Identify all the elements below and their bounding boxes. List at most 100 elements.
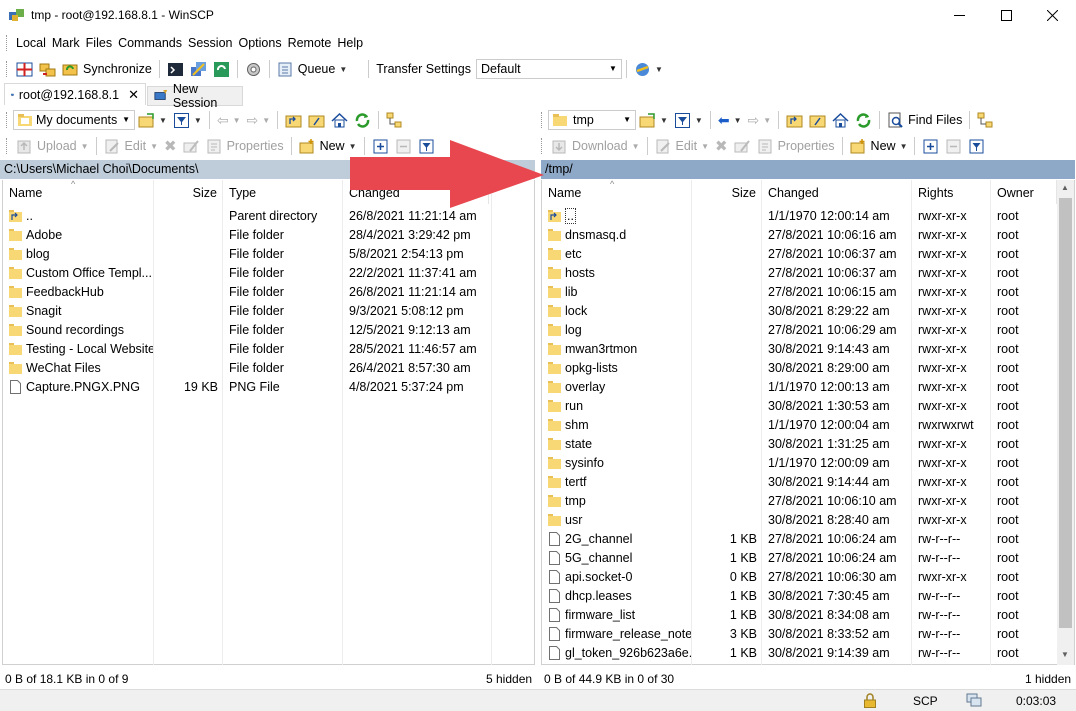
- table-row[interactable]: mwan3rtmon 30/8/2021 9:14:43 am rwxr-xr-x r…: [542, 339, 1074, 358]
- table-row[interactable]: Testing - Local Website File folder 28/5/2…: [3, 339, 534, 358]
- table-row[interactable]: dnsmasq.d 27/8/2021 10:06:16 am rwxr-xr-x r…: [542, 225, 1074, 244]
- download-button[interactable]: Download ▼: [548, 135, 643, 157]
- column-header-changed[interactable]: Changed: [762, 180, 912, 204]
- scroll-up-icon[interactable]: ▲: [1061, 183, 1069, 192]
- table-row[interactable]: log 27/8/2021 10:06:29 am rwxr-xr-x root: [542, 320, 1074, 339]
- table-row[interactable]: blog File folder 5/8/2021 2:54:13 pm: [3, 244, 534, 263]
- toolbar-grip[interactable]: [6, 61, 9, 77]
- left-location-select[interactable]: My documents ▼: [13, 110, 135, 130]
- tab-new-session[interactable]: New Session: [147, 82, 243, 110]
- right-root-dir-button[interactable]: [806, 109, 829, 131]
- right-location-select[interactable]: tmp ▼: [548, 110, 636, 130]
- table-row[interactable]: lib 27/8/2021 10:06:15 am rwxr-xr-x root: [542, 282, 1074, 301]
- toolbar-grip[interactable]: [6, 112, 9, 128]
- left-home-button[interactable]: [328, 109, 351, 131]
- synchronize-button[interactable]: Synchronize: [59, 58, 155, 80]
- table-row[interactable]: run 30/8/2021 1:30:53 am rwxr-xr-x root: [542, 396, 1074, 415]
- left-hidden-count[interactable]: 5 hidden: [486, 672, 532, 686]
- table-row[interactable]: api.socket-0 0 KB 27/8/2021 10:06:30 am rwx…: [542, 567, 1074, 586]
- menu-session[interactable]: Session: [185, 36, 235, 50]
- column-header-name[interactable]: Name ^: [3, 180, 154, 204]
- right-tree-toggle-button[interactable]: [974, 109, 997, 131]
- right-back-button[interactable]: ⬅ ▼: [715, 109, 745, 131]
- transfer-presets-button[interactable]: ▼: [631, 58, 666, 80]
- menu-local[interactable]: Local: [13, 36, 49, 50]
- right-delete-button[interactable]: ✖: [712, 135, 731, 157]
- table-row[interactable]: lock 30/8/2021 8:29:22 am rwxr-xr-x root: [542, 301, 1074, 320]
- table-row[interactable]: firmware_list 1 KB 30/8/2021 8:34:08 am rw-…: [542, 605, 1074, 624]
- table-row[interactable]: Snagit File folder 9/3/2021 5:08:12 pm: [3, 301, 534, 320]
- tab-session[interactable]: root@192.168.8.1 ✕: [4, 83, 146, 105]
- right-select-all-button[interactable]: [919, 135, 942, 157]
- find-files-button[interactable]: Find Files: [884, 109, 965, 131]
- table-row[interactable]: firmware_release_note 3 KB 30/8/2021 8:33:…: [542, 624, 1074, 643]
- left-properties-button[interactable]: Properties: [203, 135, 287, 157]
- table-row[interactable]: Sound recordings File folder 12/5/2021 9:1…: [3, 320, 534, 339]
- column-header-size[interactable]: Size: [154, 180, 223, 204]
- right-filter-button[interactable]: ▼: [671, 109, 706, 131]
- table-row[interactable]: Adobe File folder 28/4/2021 3:29:42 pm: [3, 225, 534, 244]
- menu-commands[interactable]: Commands: [115, 36, 185, 50]
- left-open-directory-button[interactable]: ▼: [135, 109, 170, 131]
- menu-remote[interactable]: Remote: [285, 36, 335, 50]
- table-row[interactable]: etc 27/8/2021 10:06:37 am rwxr-xr-x root: [542, 244, 1074, 263]
- table-row[interactable]: dhcp.leases 1 KB 30/8/2021 7:30:45 am rw-r-…: [542, 586, 1074, 605]
- left-tree-toggle-button[interactable]: [383, 109, 406, 131]
- menu-options[interactable]: Options: [235, 36, 284, 50]
- table-row[interactable]: overlay 1/1/1970 12:00:13 am rwxr-xr-x root: [542, 377, 1074, 396]
- putty-button[interactable]: [187, 58, 210, 80]
- table-row[interactable]: Custom Office Templ... File folder 22/2/20…: [3, 263, 534, 282]
- table-row[interactable]: shm 1/1/1970 12:00:04 am rwxrwxrwt root: [542, 415, 1074, 434]
- left-filter-button[interactable]: ▼: [170, 109, 205, 131]
- column-header-size[interactable]: Size: [692, 180, 762, 204]
- toolbar-grip[interactable]: [6, 138, 9, 154]
- menu-files[interactable]: Files: [83, 36, 115, 50]
- table-row[interactable]: usr 30/8/2021 8:28:40 am rwxr-xr-x root: [542, 510, 1074, 529]
- right-rename-button[interactable]: [731, 135, 754, 157]
- remote-vertical-scrollbar[interactable]: ▲ ▼: [1057, 180, 1074, 665]
- right-refresh-button[interactable]: [852, 109, 875, 131]
- table-row[interactable]: tertf 30/8/2021 9:14:44 am rwxr-xr-x root: [542, 472, 1074, 491]
- left-root-dir-button[interactable]: [305, 109, 328, 131]
- close-window-button[interactable]: [1029, 0, 1075, 31]
- refresh-session-button[interactable]: [210, 58, 233, 80]
- maximize-button[interactable]: [983, 0, 1029, 31]
- transfer-settings-select[interactable]: Default ▼: [475, 59, 622, 79]
- left-refresh-button[interactable]: [351, 109, 374, 131]
- left-forward-button[interactable]: ⇨ ▼: [244, 109, 274, 131]
- table-row[interactable]: state 30/8/2021 1:31:25 am rwxr-xr-x root: [542, 434, 1074, 453]
- table-row[interactable]: tmp 27/8/2021 10:06:10 am rwxr-xr-x root: [542, 491, 1074, 510]
- right-hidden-count[interactable]: 1 hidden: [1025, 672, 1071, 686]
- compare-directories-button[interactable]: [13, 58, 36, 80]
- table-row[interactable]: WeChat Files File folder 26/4/2021 8:57:30…: [3, 358, 534, 377]
- right-forward-button[interactable]: ⇨ ▼: [745, 109, 775, 131]
- left-edit-button[interactable]: Edit ▼: [101, 135, 161, 157]
- table-row[interactable]: Capture.PNGX.PNG 19 KB PNG File 4/8/2021 5:…: [3, 377, 534, 396]
- column-header-rights[interactable]: Rights: [912, 180, 991, 204]
- right-path-bar[interactable]: /tmp/: [541, 160, 1075, 179]
- left-rename-button[interactable]: [180, 135, 203, 157]
- table-row[interactable]: sysinfo 1/1/1970 12:00:09 am rwxr-xr-x root: [542, 453, 1074, 472]
- left-delete-button[interactable]: ✖: [161, 135, 180, 157]
- table-row[interactable]: .. 1/1/1970 12:00:14 am rwxr-xr-x root: [542, 206, 1074, 225]
- table-row[interactable]: hosts 27/8/2021 10:06:37 am rwxr-xr-x root: [542, 263, 1074, 282]
- scrollbar-thumb[interactable]: [1059, 198, 1072, 628]
- menu-grip[interactable]: [6, 35, 9, 51]
- column-header-type[interactable]: Type: [223, 180, 343, 204]
- table-row[interactable]: 2G_channel 1 KB 27/8/2021 10:06:24 am rw-r-…: [542, 529, 1074, 548]
- column-header-owner[interactable]: Owner: [991, 180, 1057, 204]
- right-open-directory-button[interactable]: ▼: [636, 109, 671, 131]
- open-terminal-button[interactable]: [164, 58, 187, 80]
- queue-button[interactable]: Queue ▼: [274, 58, 350, 80]
- right-parent-dir-button[interactable]: [783, 109, 806, 131]
- left-parent-dir-button[interactable]: [282, 109, 305, 131]
- right-properties-button[interactable]: Properties: [754, 135, 838, 157]
- table-row[interactable]: 5G_channel 1 KB 27/8/2021 10:06:24 am rw-r-…: [542, 548, 1074, 567]
- right-home-button[interactable]: [829, 109, 852, 131]
- toolbar-grip[interactable]: [541, 112, 544, 128]
- right-select-filter-button[interactable]: [965, 135, 988, 157]
- minimize-button[interactable]: [936, 0, 982, 31]
- preferences-button[interactable]: [242, 58, 265, 80]
- table-row[interactable]: FeedbackHub File folder 26/8/2021 11:21:14…: [3, 282, 534, 301]
- close-tab-icon[interactable]: ✕: [128, 87, 139, 103]
